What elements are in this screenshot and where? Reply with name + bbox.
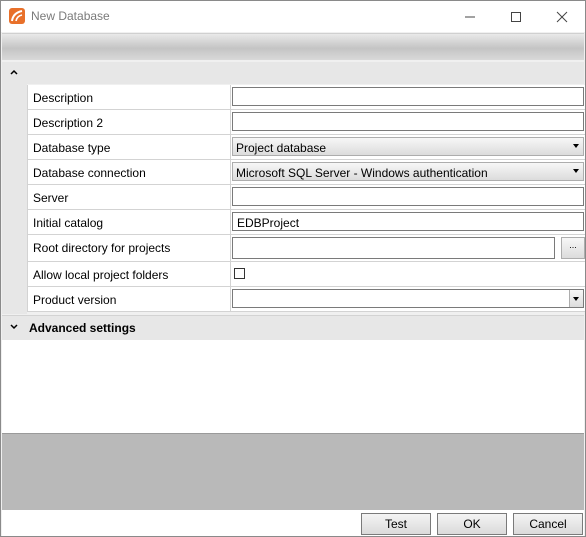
advanced-settings-label: Advanced settings	[29, 321, 136, 335]
initial-catalog-input[interactable]: EDBProject	[232, 212, 584, 231]
property-label: Database connection	[33, 166, 146, 180]
database-connection-select[interactable]: Microsoft SQL Server - Windows authentic…	[232, 162, 584, 181]
properties-group-header[interactable]	[2, 62, 584, 84]
property-label: Root directory for projects	[33, 241, 171, 255]
status-area	[2, 433, 584, 510]
server-input[interactable]	[232, 187, 584, 206]
database-connection-value: Microsoft SQL Server - Windows authentic…	[236, 166, 488, 180]
toolbar	[2, 33, 584, 60]
ok-button[interactable]: OK	[437, 513, 507, 535]
allow-local-folders-checkbox[interactable]	[234, 268, 245, 279]
description-2-input[interactable]	[232, 112, 584, 131]
property-row-description-2: Description 2	[27, 110, 585, 135]
property-row-database-connection: Database connection Microsoft SQL Server…	[27, 160, 585, 185]
title-bar: New Database	[1, 1, 585, 32]
database-type-value: Project database	[236, 141, 327, 155]
dropdown-arrow-icon	[573, 144, 579, 148]
property-label: Product version	[33, 293, 117, 307]
property-label: Allow local project folders	[33, 268, 169, 282]
browse-button[interactable]: ...	[561, 237, 585, 259]
new-database-dialog: New Database Description Description 2 D…	[0, 0, 586, 537]
cancel-button[interactable]: Cancel	[513, 513, 583, 535]
close-icon	[556, 11, 568, 22]
dropdown-arrow-icon	[573, 297, 579, 301]
property-grid: Description Description 2 Database type …	[27, 85, 585, 312]
maximize-button[interactable]	[493, 1, 539, 32]
property-row-description: Description	[27, 85, 585, 110]
property-row-initial-catalog: Initial catalog EDBProject	[27, 210, 585, 235]
test-button[interactable]: Test	[361, 513, 431, 535]
dialog-footer: Test OK Cancel	[2, 510, 584, 536]
property-label: Description 2	[33, 116, 104, 130]
description-panel	[2, 340, 584, 433]
grid-indent	[2, 84, 27, 314]
property-label: Description	[33, 91, 94, 105]
chevron-down-icon[interactable]	[10, 322, 18, 333]
advanced-settings-header[interactable]: Advanced settings	[2, 315, 584, 341]
close-button[interactable]	[539, 1, 585, 32]
minimize-icon	[465, 16, 475, 17]
property-row-allow-local-folders: Allow local project folders	[27, 262, 585, 287]
dropdown-button[interactable]	[569, 290, 583, 307]
property-label: Database type	[33, 141, 111, 155]
property-row-server: Server	[27, 185, 585, 210]
window-title: New Database	[31, 9, 110, 23]
dropdown-arrow-icon	[573, 169, 579, 173]
maximize-icon	[511, 11, 521, 22]
property-label: Server	[33, 191, 69, 205]
property-row-product-version: Product version	[27, 287, 585, 312]
product-version-select[interactable]	[232, 289, 584, 308]
app-logo-icon	[9, 8, 25, 24]
property-label: Initial catalog	[33, 216, 104, 230]
minimize-button[interactable]	[447, 1, 493, 32]
property-row-database-type: Database type Project database	[27, 135, 585, 160]
property-row-root-directory: Root directory for projects ...	[27, 235, 585, 262]
root-directory-input[interactable]	[232, 237, 555, 259]
chevron-up-icon[interactable]	[10, 67, 18, 78]
description-input[interactable]	[232, 87, 584, 106]
database-type-select[interactable]: Project database	[232, 137, 584, 156]
